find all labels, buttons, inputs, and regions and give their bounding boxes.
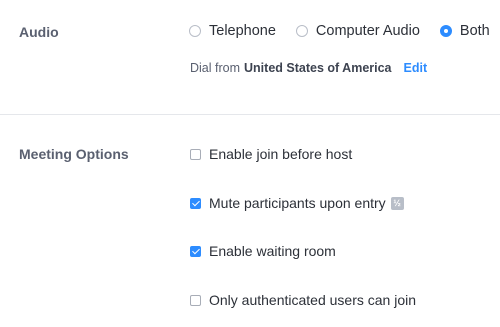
mute-on-entry-checkbox[interactable] — [190, 197, 201, 209]
dial-country: United States of America — [244, 61, 392, 75]
radio-both[interactable]: Both — [439, 23, 490, 39]
audio-radio-group: Telephone Computer Audio Both — [189, 23, 490, 39]
authenticated-only-checkbox[interactable] — [190, 294, 201, 306]
option-mute-on-entry[interactable]: Mute participants upon entry ½ — [190, 195, 404, 211]
audio-section-label: Audio — [19, 24, 59, 40]
edit-dial-link[interactable]: Edit — [404, 61, 428, 75]
info-badge-icon[interactable]: ½ — [390, 196, 404, 210]
radio-label-computer-audio: Computer Audio — [315, 23, 420, 39]
radio-telephone[interactable]: Telephone — [189, 23, 276, 39]
radio-label-telephone: Telephone — [209, 23, 276, 39]
mute-on-entry-label: Mute participants upon entry — [209, 195, 386, 211]
radio-computer-audio[interactable]: Computer Audio — [295, 23, 420, 39]
authenticated-only-label: Only authenticated users can join — [209, 292, 417, 308]
option-authenticated-only[interactable]: Only authenticated users can join — [190, 292, 416, 308]
meeting-options-section-label: Meeting Options — [19, 146, 129, 162]
option-join-before-host[interactable]: Enable join before host — [190, 146, 352, 162]
join-before-host-label: Enable join before host — [209, 146, 353, 162]
radio-circle-both[interactable] — [439, 25, 452, 37]
radio-circle-computer-audio[interactable] — [295, 25, 308, 37]
option-waiting-room[interactable]: Enable waiting room — [190, 243, 336, 259]
section-divider — [0, 114, 500, 115]
meeting-settings-panel: Audio Telephone Computer Audio Both Dial… — [0, 0, 500, 327]
radio-label-both: Both — [459, 23, 490, 39]
waiting-room-label: Enable waiting room — [209, 243, 336, 259]
join-before-host-checkbox[interactable] — [190, 148, 201, 160]
dial-from-line: Dial from United States of America Edit — [190, 61, 427, 75]
radio-circle-telephone[interactable] — [189, 25, 201, 37]
waiting-room-checkbox[interactable] — [190, 245, 201, 257]
dial-from-prefix: Dial from — [190, 61, 241, 75]
